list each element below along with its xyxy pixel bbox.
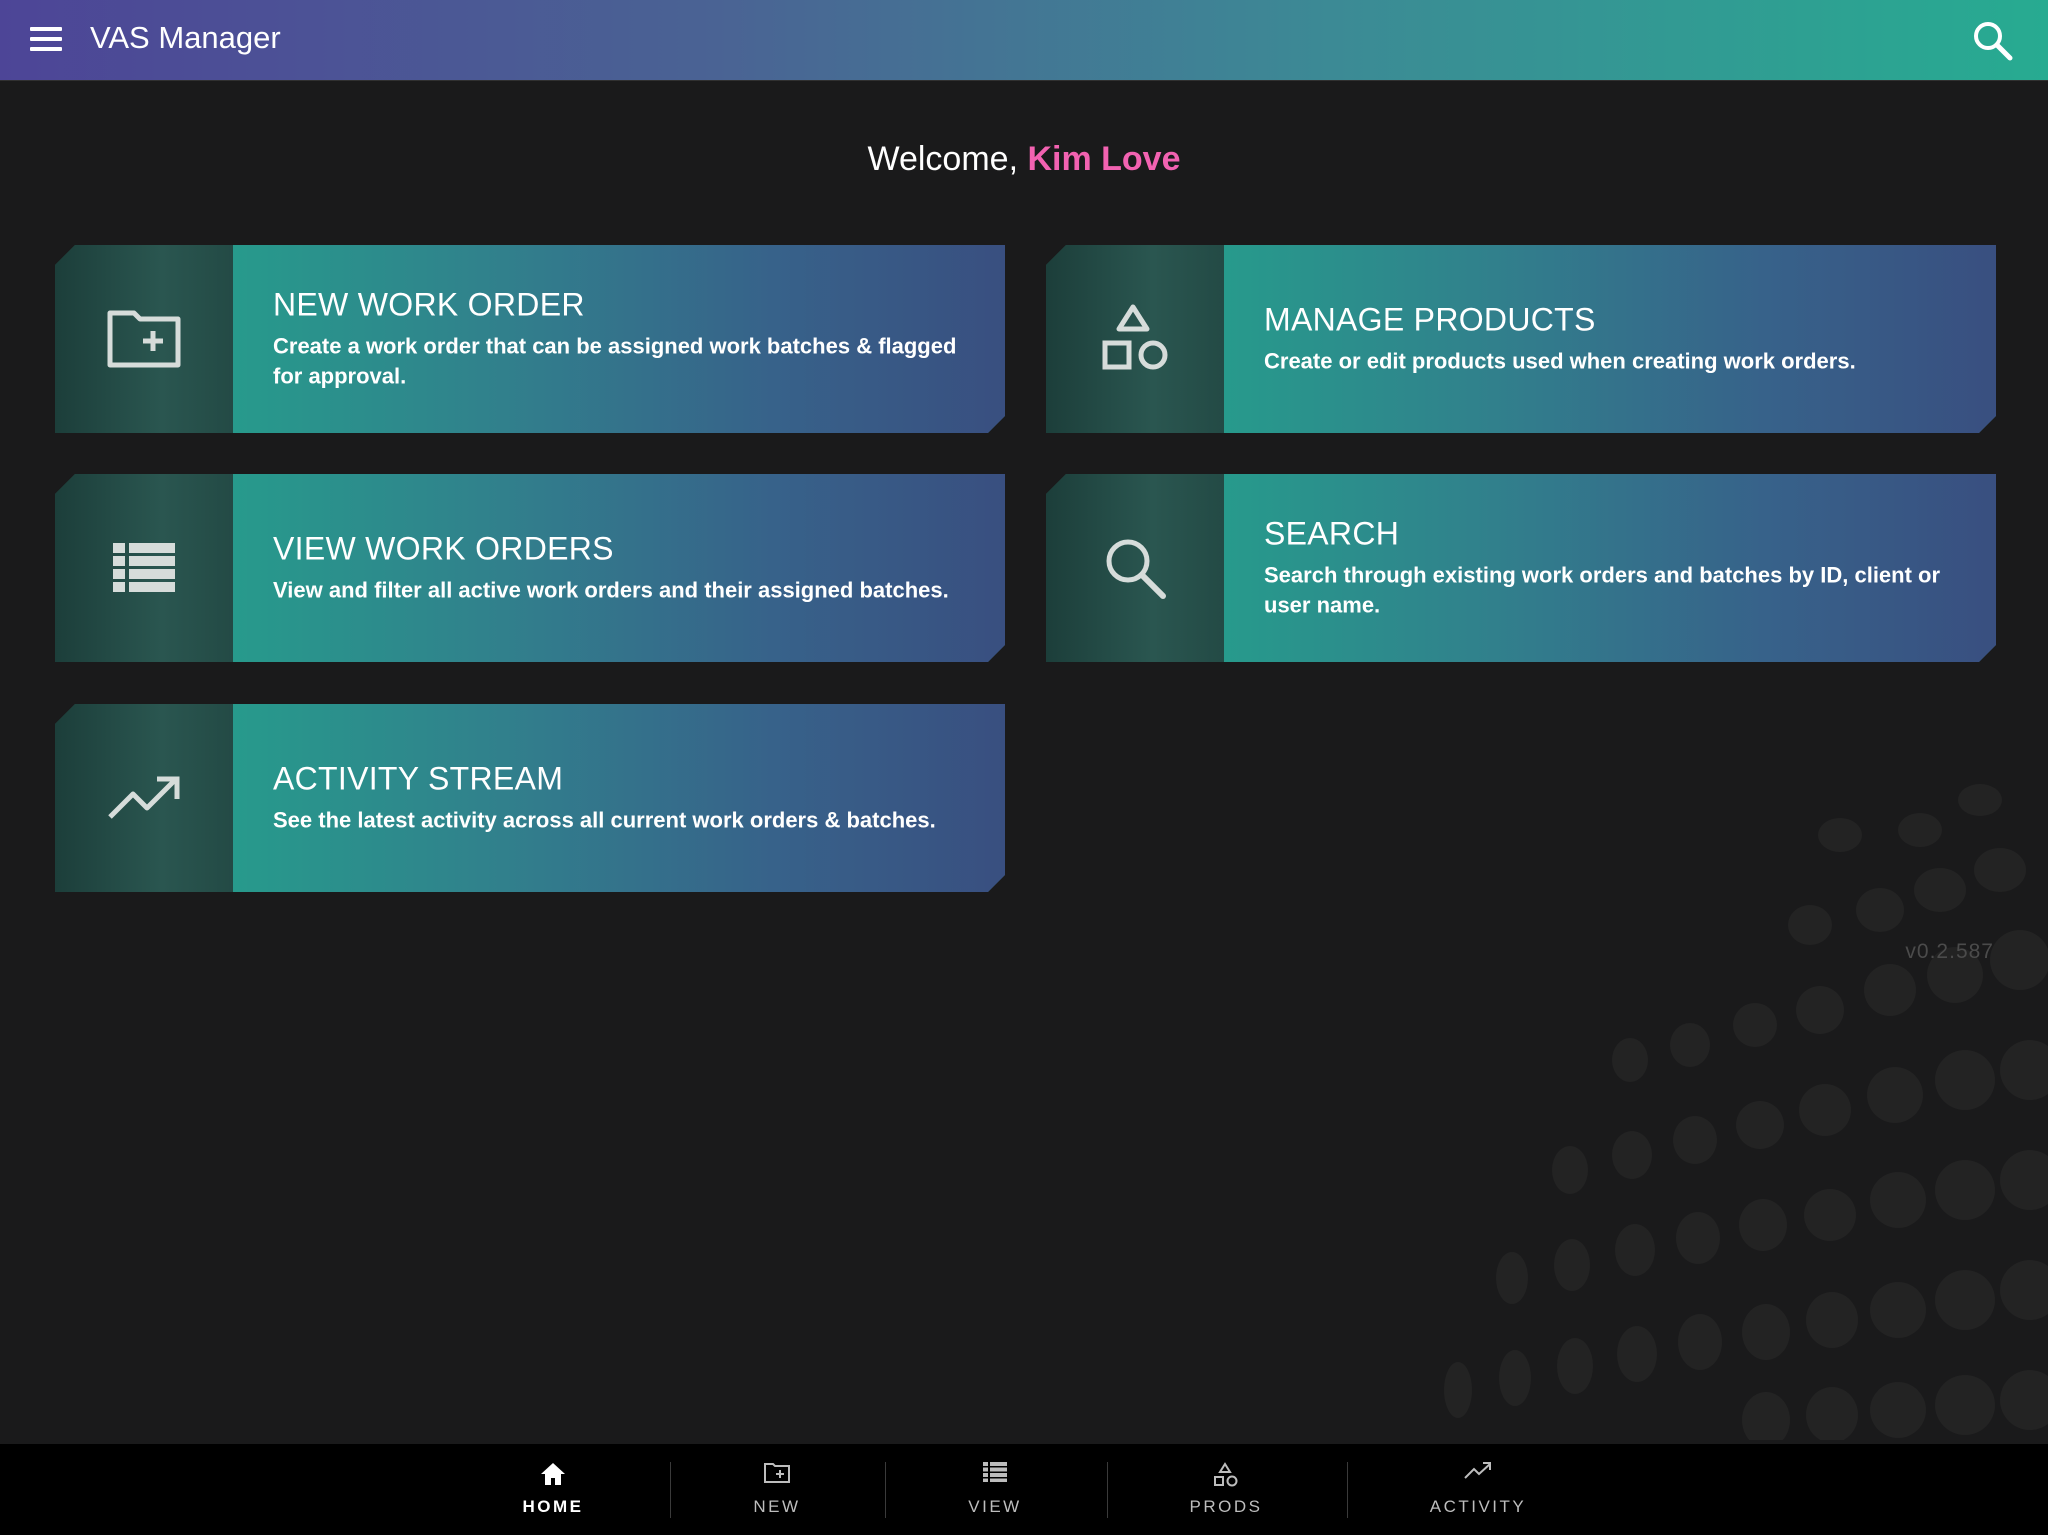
tile-manage-products[interactable]: MANAGE PRODUCTS Create or edit products … <box>1046 245 1996 433</box>
welcome-prefix: Welcome, <box>867 140 1019 178</box>
tile-description: View and filter all active work orders a… <box>273 577 949 603</box>
folder-plus-icon <box>764 1463 790 1483</box>
nav-divider <box>885 1462 886 1518</box>
tile-description: Search through existing work orders and … <box>1264 562 1941 618</box>
nav-home-label: HOME <box>522 1497 584 1516</box>
nav-divider <box>1347 1462 1348 1518</box>
search-icon[interactable] <box>1972 20 2014 62</box>
welcome-message: Welcome, Kim Love <box>0 140 2048 179</box>
tile-view-work-orders[interactable]: VIEW WORK ORDERS View and filter all act… <box>55 474 1005 662</box>
tile-title: NEW WORK ORDER <box>273 286 585 323</box>
app-title: VAS Manager <box>90 20 281 55</box>
tile-description: Create a work order that can be assigned… <box>273 333 957 389</box>
nav-divider <box>670 1462 671 1518</box>
home-icon <box>541 1463 565 1485</box>
bottom-navigation: HOME NEW VIEW PRODS ACTIVITY <box>0 1444 2048 1535</box>
tile-icon-panel <box>1046 245 1224 433</box>
tile-title: VIEW WORK ORDERS <box>273 530 614 567</box>
nav-activity-label: ACTIVITY <box>1429 1497 1527 1516</box>
tile-title: SEARCH <box>1264 515 1400 552</box>
tile-search[interactable]: SEARCH Search through existing work orde… <box>1046 474 1996 662</box>
version-label: v0.2.587 <box>1905 940 1994 963</box>
tile-description: Create or edit products used when creati… <box>1264 348 1856 374</box>
tile-icon-panel <box>55 704 233 892</box>
list-icon <box>113 543 175 592</box>
tile-title: ACTIVITY STREAM <box>273 760 564 797</box>
nav-prods[interactable]: PRODS <box>1171 1444 1281 1535</box>
nav-new[interactable]: NEW <box>727 1444 827 1535</box>
nav-view-label: VIEW <box>968 1497 1022 1516</box>
nav-home[interactable]: HOME <box>503 1444 603 1535</box>
shapes-icon <box>1214 1462 1238 1487</box>
hamburger-menu-icon[interactable] <box>30 24 62 54</box>
tile-icon-panel <box>55 245 233 433</box>
tile-title: MANAGE PRODUCTS <box>1264 301 1596 338</box>
nav-new-label: NEW <box>753 1497 801 1516</box>
tile-new-work-order[interactable]: NEW WORK ORDER Create a work order that … <box>55 245 1005 433</box>
app-header: VAS Manager <box>0 0 2048 81</box>
tile-activity-stream[interactable]: ACTIVITY STREAM See the latest activity … <box>55 704 1005 892</box>
tile-icon-panel <box>1046 474 1224 662</box>
nav-view[interactable]: VIEW <box>945 1444 1045 1535</box>
decorative-dot-pattern <box>1444 784 2048 1440</box>
tile-icon-panel <box>55 474 233 662</box>
list-icon <box>983 1462 1007 1482</box>
folder-plus-icon <box>107 310 181 368</box>
trending-up-icon <box>108 776 180 819</box>
nav-prods-label: PRODS <box>1189 1497 1263 1516</box>
tile-description: See the latest activity across all curre… <box>273 807 936 833</box>
trending-up-icon <box>1464 1462 1491 1479</box>
shapes-icon <box>1102 304 1168 370</box>
nav-activity[interactable]: ACTIVITY <box>1418 1444 1538 1535</box>
nav-divider <box>1107 1462 1108 1518</box>
search-icon <box>1106 539 1166 599</box>
user-name: Kim Love <box>1027 140 1181 178</box>
